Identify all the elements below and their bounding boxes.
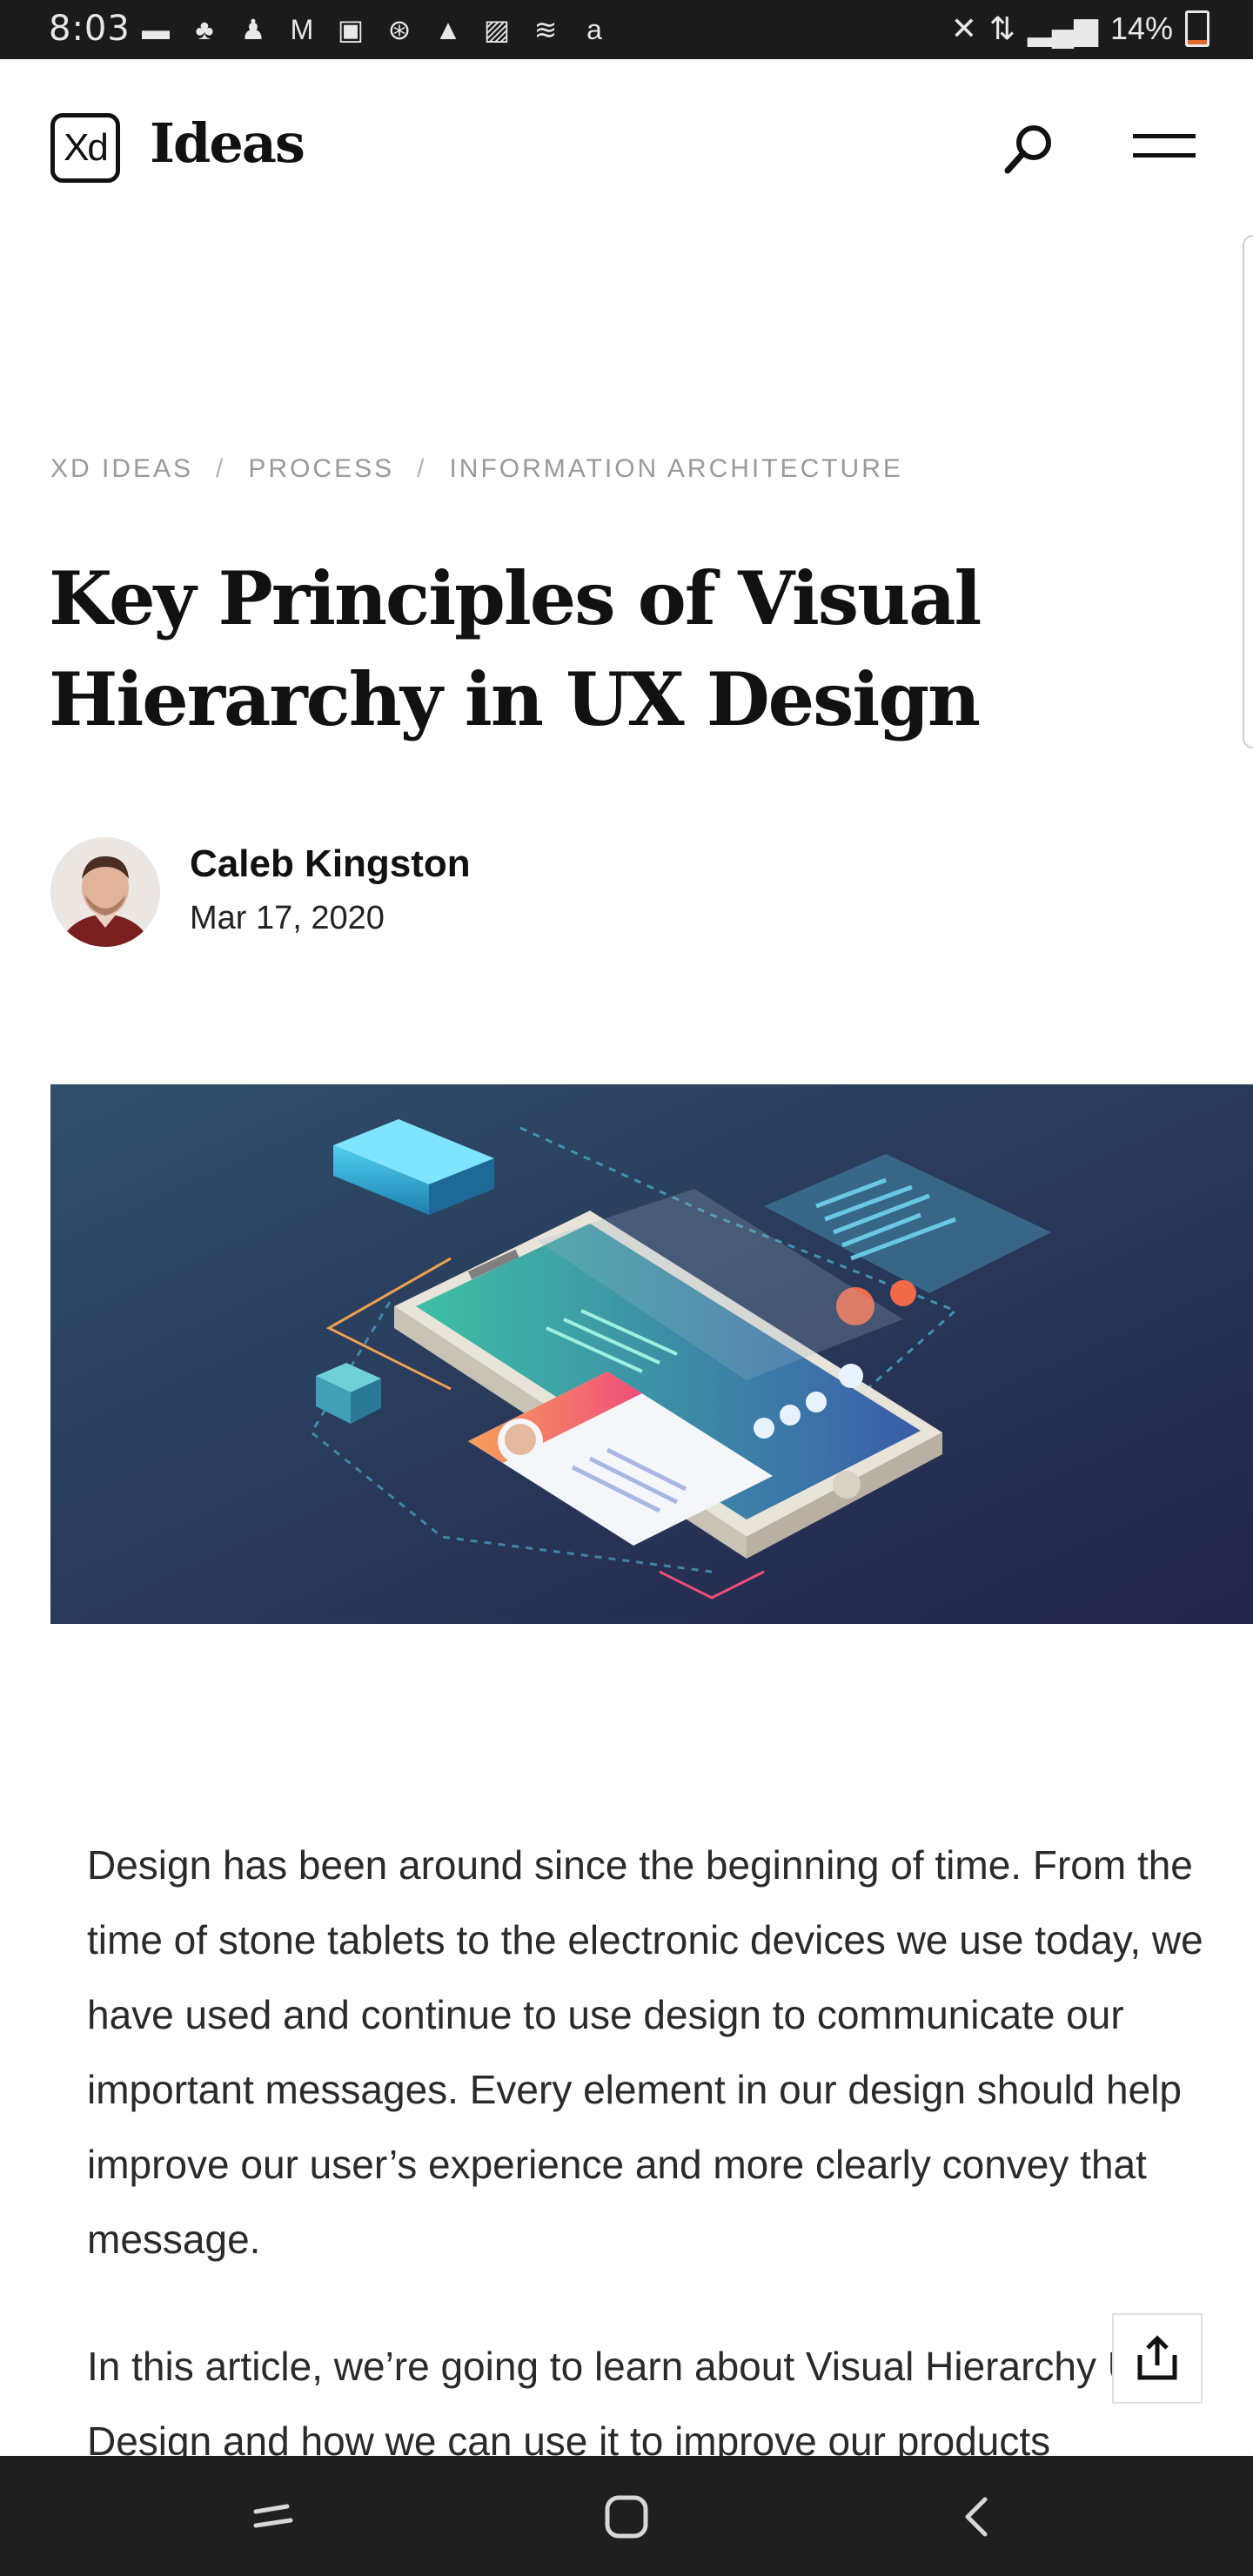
home-icon [605,2495,648,2539]
battery-percent: 14% [1109,10,1173,46]
person-icon: ♟ [240,14,266,45]
menu-button[interactable] [1131,125,1197,169]
breadcrumb: XD IDEAS / PROCESS / INFORMATION ARCHITE… [50,454,903,484]
share-icon [1137,2335,1177,2380]
side-drawer-handle[interactable] [1243,235,1253,748]
snapchat-icon: ♣ [195,13,214,45]
breadcrumb-xd-ideas[interactable]: XD IDEAS [50,454,193,484]
author-avatar[interactable] [50,837,160,947]
back-chevron-icon [965,2497,988,2537]
back-button[interactable] [948,2489,1004,2545]
article-title: Key Principles of Visual Hierarchy in UX… [49,555,982,742]
share-button[interactable] [1112,2313,1203,2404]
site-header: Xd Ideas [0,59,1253,233]
search-icon [1004,125,1051,174]
recent-apps-button[interactable] [245,2489,301,2545]
status-right: ✕ ⇅ ▂▄▆ 14% [951,10,1209,47]
system-navigation-bar [0,2456,1253,2576]
hamburger-menu-icon [1133,134,1196,158]
search-button[interactable] [999,118,1060,179]
breadcrumb-process[interactable]: PROCESS [248,454,394,484]
recent-apps-icon [253,2504,293,2528]
publish-date: Mar 17, 2020 [190,900,385,936]
signal-icon: ▂▄▆ [1028,10,1098,46]
breadcrumb-separator: / [417,454,427,483]
xd-logo-icon[interactable]: Xd [50,113,120,183]
logo-text[interactable]: Ideas [150,111,305,175]
battery-icon [1185,10,1209,47]
home-button[interactable] [599,2489,654,2545]
data-icon: ⇅ [988,10,1016,46]
author-name[interactable]: Caleb Kingston [190,842,471,886]
gmail-icon: M [290,13,314,45]
image-icon: ▨ [483,14,511,45]
status-bar: 8:03 ▬ ♣ ♟ M ▣ ⊛ ▲ ▨ ≋ a ✕ ⇅ ▂▄▆ 14% [0,0,1253,59]
refresh-icon: ⊛ [387,14,412,45]
article-paragraph: Design has been around since the beginni… [87,1842,1203,2262]
breadcrumb-information-architecture[interactable]: INFORMATION ARCHITECTURE [449,454,902,484]
breadcrumb-separator: / [216,454,226,483]
wifi-calling-icon: ≋ [533,14,558,45]
mute-icon: ✕ [950,10,977,46]
message-icon: ▬ [142,13,170,45]
status-time: 8:03 [49,9,131,49]
hero-illustration [50,1084,1253,1624]
amazon-icon: a [586,13,602,45]
notification-icons: ▬ ♣ ♟ M ▣ ⊛ ▲ ▨ ≋ a [139,13,611,46]
warning-icon: ▲ [434,13,462,45]
author-portrait-icon [50,837,160,947]
outlook-icon: ▣ [337,14,365,45]
